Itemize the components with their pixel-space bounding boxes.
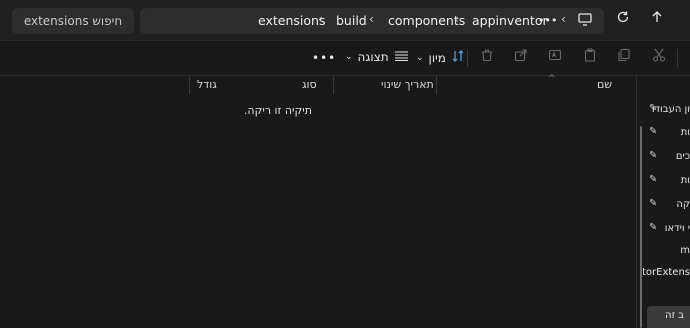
breadcrumb-build[interactable]: build — [336, 13, 367, 28]
pin-icon: ✎ — [649, 126, 658, 137]
column-divider[interactable] — [333, 76, 334, 94]
sidebar-item[interactable]: ✎ ון העבודו — [643, 101, 690, 121]
navigation-pane: ✎ ון העבודו ✎ ות ✎ כים ✎ ות ✎ קה ✎ י ויד… — [643, 76, 690, 328]
toolbar-divider — [467, 49, 468, 67]
view-label: תצוגה — [357, 50, 389, 64]
column-header-row: ^ שם תאריך שינוי סוג גודל — [0, 74, 636, 94]
search-placeholder: חיפוש extensions — [23, 14, 123, 28]
sort-icon — [452, 50, 465, 65]
sidebar-item-label: ב זה — [665, 310, 684, 321]
sidebar-item-label: קה — [676, 199, 690, 210]
chevron-down-icon: ⌄ — [345, 52, 353, 62]
sidebar-item-label: כים — [675, 151, 690, 162]
column-divider[interactable] — [436, 76, 437, 94]
paste-icon[interactable] — [582, 48, 598, 64]
sidebar-item[interactable]: ✎ קה — [643, 196, 690, 216]
address-bar[interactable]: extensions ‹ build ‹ components ‹ appinv… — [140, 8, 604, 34]
arrow-up-icon[interactable] — [647, 10, 667, 28]
sort-indicator-icon: ^ — [548, 74, 556, 84]
toolbar-divider — [677, 49, 678, 67]
title-bar: חיפוש extensions extensions ‹ build ‹ co… — [0, 0, 690, 41]
share-icon[interactable] — [513, 48, 529, 64]
command-bar: ••• ⌄ תצוגה ⌄ מיון — [0, 41, 690, 75]
chevron-down-icon: ⌄ — [416, 52, 424, 63]
sidebar-item-label: ות — [680, 175, 690, 186]
breadcrumb-appinventor[interactable]: appinventor — [472, 13, 548, 28]
empty-folder-message: תיקיה זו ריקה. — [243, 104, 312, 117]
column-modified[interactable]: תאריך שינוי — [381, 76, 434, 94]
sidebar-this-pc-item[interactable]: ב זה — [647, 306, 690, 328]
cut-icon[interactable] — [651, 48, 667, 64]
rename-icon[interactable] — [547, 48, 563, 64]
pin-icon: ✎ — [649, 150, 658, 161]
sidebar-item-label: ות — [680, 127, 690, 138]
sidebar-divider — [636, 76, 637, 328]
column-name[interactable]: שם — [597, 76, 612, 94]
sidebar-item-label: m — [680, 245, 690, 256]
delete-icon[interactable] — [479, 48, 495, 64]
sort-button[interactable]: ⌄ מיון — [416, 50, 465, 65]
column-divider[interactable] — [189, 76, 190, 94]
sidebar-item[interactable]: ✎ י וידאו — [643, 220, 690, 240]
sidebar-item-label: ventorExtens — [643, 267, 690, 278]
sort-label: מיון — [428, 50, 446, 65]
sidebar-item[interactable]: m — [643, 242, 690, 262]
chevron-left-icon[interactable]: ‹ — [318, 12, 323, 26]
column-size[interactable]: גודל — [197, 76, 217, 94]
chevron-left-icon[interactable]: ‹ — [561, 12, 566, 26]
sidebar-item[interactable]: ventorExtens — [643, 264, 690, 284]
sidebar-item[interactable]: ✎ ות — [643, 172, 690, 192]
more-breadcrumbs-icon[interactable]: ••• — [538, 14, 557, 27]
sidebar-item[interactable]: ✎ כים — [643, 148, 690, 168]
sidebar-scrollbar[interactable] — [640, 126, 642, 328]
pin-icon: ✎ — [649, 198, 658, 209]
sidebar-item-label: ון העבודו — [651, 104, 690, 115]
pin-icon: ✎ — [649, 222, 658, 233]
more-options-button[interactable]: ••• — [312, 51, 336, 65]
chevron-left-icon[interactable]: ‹ — [369, 12, 374, 26]
chevron-left-icon[interactable]: ‹ — [454, 12, 459, 26]
pin-icon: ✎ — [649, 174, 658, 185]
sidebar-item-label: י וידאו — [664, 223, 690, 234]
column-type[interactable]: סוג — [302, 76, 317, 94]
search-input[interactable]: חיפוש extensions — [12, 8, 134, 34]
breadcrumb-extensions[interactable]: extensions — [258, 13, 325, 28]
list-view-icon — [394, 50, 408, 64]
sidebar-item[interactable]: ✎ ות — [643, 124, 690, 144]
monitor-icon — [578, 13, 592, 30]
copy-icon[interactable] — [616, 48, 632, 64]
view-button[interactable]: ⌄ תצוגה — [345, 50, 408, 64]
refresh-icon[interactable] — [613, 10, 633, 28]
